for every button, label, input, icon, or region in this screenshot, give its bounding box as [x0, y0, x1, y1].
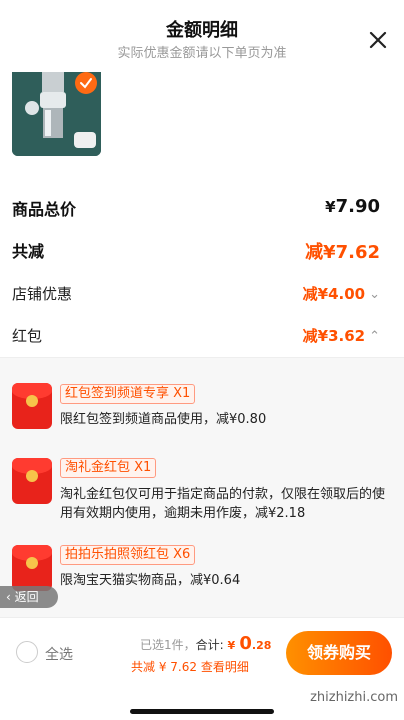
select-all-label[interactable]: 全选: [45, 644, 73, 664]
total-label: 商品总价: [12, 200, 77, 219]
redpacket-tag: 红包签到频道专享 X1: [60, 384, 196, 404]
reduce-row: 共减 减¥7.62: [12, 238, 392, 266]
sheet-subtitle: 实际优惠金额请以下单页为准: [117, 46, 287, 61]
product-thumbnail[interactable]: [12, 70, 101, 156]
red-envelope-icon: [12, 545, 52, 591]
red-envelope-icon: [12, 458, 52, 504]
total-price: ¥ 0.28: [227, 633, 272, 654]
shop-discount-value: 减¥4.00 ⌄: [302, 285, 380, 303]
amount-detail-sheet: 金额明细 实际优惠金额请以下单页为准 商品总价 ¥7.90 共减 减¥7.62 …: [0, 0, 404, 720]
redpacket-row[interactable]: 红包 减¥3.62 ⌃: [12, 325, 392, 349]
redpacket-desc: 淘礼金红包仅可用于指定商品的付款，仅限在领取后的使用有效期内使用，逾期未用作废，…: [60, 487, 386, 521]
redpacket-desc: 限红包签到频道商品使用，减¥0.80: [60, 412, 267, 427]
select-all-radio[interactable]: [16, 641, 38, 663]
reduce-label: 共减: [12, 242, 45, 261]
sheet-title: 金额明细: [166, 20, 238, 41]
view-detail-link[interactable]: 查看明细: [201, 660, 249, 674]
total-row: 商品总价 ¥7.90: [12, 196, 392, 222]
chevron-left-icon: ‹: [6, 590, 15, 604]
total-value: ¥7.90: [325, 196, 380, 217]
redpacket-value: 减¥3.62 ⌃: [302, 327, 380, 345]
buy-button[interactable]: 领券购买: [286, 631, 392, 675]
shop-discount-row[interactable]: 店铺优惠 减¥4.00 ⌄: [12, 283, 392, 307]
chevron-up-icon: ⌃: [369, 329, 380, 344]
redpacket-tag: 淘礼金红包 X1: [60, 458, 157, 478]
watermark: zhizhizhi.com: [310, 690, 398, 705]
selected-check-icon: [75, 72, 97, 94]
sheet-header: 金额明细 实际优惠金额请以下单页为准: [0, 0, 404, 72]
reduce-value: 减¥7.62: [305, 242, 380, 263]
chevron-down-icon: ⌄: [369, 287, 380, 302]
reduce-summary: 共减 ¥ 7.62 查看明细: [131, 660, 249, 674]
back-button[interactable]: ‹ 返回: [0, 586, 58, 608]
redpacket-label: 红包: [12, 327, 43, 345]
home-indicator: [130, 709, 274, 714]
redpacket-tag: 拍拍乐拍照领红包 X6: [60, 545, 196, 565]
redpacket-desc: 限淘宝天猫实物商品，减¥0.64: [60, 573, 241, 588]
red-envelope-icon: [12, 383, 52, 429]
redpacket-list: 红包签到频道专享 X1 限红包签到频道商品使用，减¥0.80 淘礼金红包 X1 …: [0, 357, 404, 617]
close-icon[interactable]: [366, 28, 390, 52]
selection-summary: 已选1件，合计: ¥ 0.28: [140, 633, 272, 654]
shop-discount-label: 店铺优惠: [12, 285, 73, 303]
